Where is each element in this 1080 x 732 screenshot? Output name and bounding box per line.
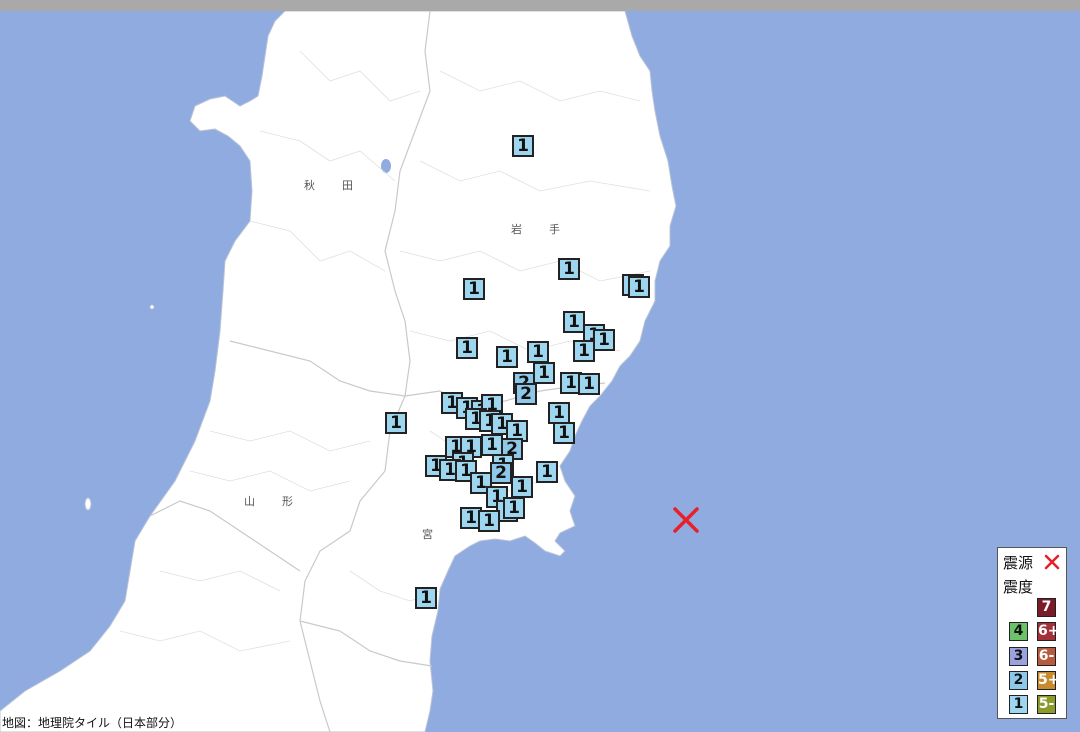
pref-label-iwate-1: 岩	[511, 222, 522, 236]
intensity-marker[interactable]: 1	[558, 258, 580, 280]
intensity-marker[interactable]: 1	[481, 434, 503, 456]
pref-label-yamagata-2: 形	[282, 495, 293, 508]
intensity-marker[interactable]: 1	[578, 373, 600, 395]
island-tobishima	[84, 497, 92, 511]
intensity-marker[interactable]: 1	[512, 135, 534, 157]
pref-label-iwate-2: 手	[549, 222, 560, 236]
intensity-marker[interactable]: 1	[463, 278, 485, 300]
pref-label-akita-1: 秋	[304, 178, 315, 192]
legend-intensity-5minus: 5-	[1037, 695, 1056, 714]
intensity-marker[interactable]: 1	[385, 412, 407, 434]
legend-epicenter-label: 震源	[1003, 554, 1034, 572]
intensity-marker[interactable]: 1	[563, 311, 585, 333]
legend-epicenter-icon	[1044, 554, 1060, 570]
top-bar	[0, 0, 1080, 11]
lake-tazawa	[381, 159, 391, 173]
intensity-marker[interactable]: 1	[573, 340, 595, 362]
legend-intensity-6minus: 6-	[1037, 647, 1056, 666]
intensity-marker[interactable]: 1	[548, 402, 570, 424]
epicenter-marker[interactable]	[671, 505, 701, 535]
intensity-marker[interactable]: 1	[628, 276, 650, 298]
intensity-marker[interactable]: 1	[536, 461, 558, 483]
pref-label-akita-2: 田	[342, 179, 353, 192]
intensity-marker[interactable]: 1	[511, 476, 533, 498]
intensity-marker[interactable]: 1	[456, 337, 478, 359]
intensity-marker[interactable]: 2	[515, 383, 537, 405]
intensity-marker[interactable]: 1	[553, 422, 575, 444]
legend-intensity-7: 7	[1037, 598, 1056, 617]
pref-label-yamagata-1: 山	[244, 495, 255, 508]
legend-intensity-2: 2	[1009, 671, 1028, 690]
intensity-marker[interactable]: 1	[593, 329, 615, 351]
legend-intensity-3: 3	[1009, 647, 1028, 666]
intensity-marker[interactable]: 1	[415, 587, 437, 609]
legend-intensity-5plus: 5+	[1037, 671, 1060, 690]
intensity-marker[interactable]: 1	[478, 510, 500, 532]
pref-label-miyagi-1: 宮	[422, 527, 433, 541]
intensity-marker[interactable]: 1	[533, 362, 555, 384]
legend-intensity-1: 1	[1009, 695, 1028, 714]
legend-panel: 震源 震度 7 6+ 6- 5+ 5- 4 3 2 1	[997, 547, 1067, 719]
legend-intensity-6plus: 6+	[1037, 622, 1060, 641]
intensity-marker[interactable]: 1	[503, 497, 525, 519]
legend-intensity-label: 震度	[1003, 578, 1034, 596]
intensity-marker[interactable]: 1	[496, 346, 518, 368]
intensity-marker[interactable]: 2	[490, 462, 512, 484]
legend-intensity-4: 4	[1009, 622, 1028, 641]
intensity-marker[interactable]: 1	[527, 341, 549, 363]
map-attribution: 地図：地理院タイル（日本部分）	[2, 716, 183, 730]
island-small	[149, 304, 155, 310]
